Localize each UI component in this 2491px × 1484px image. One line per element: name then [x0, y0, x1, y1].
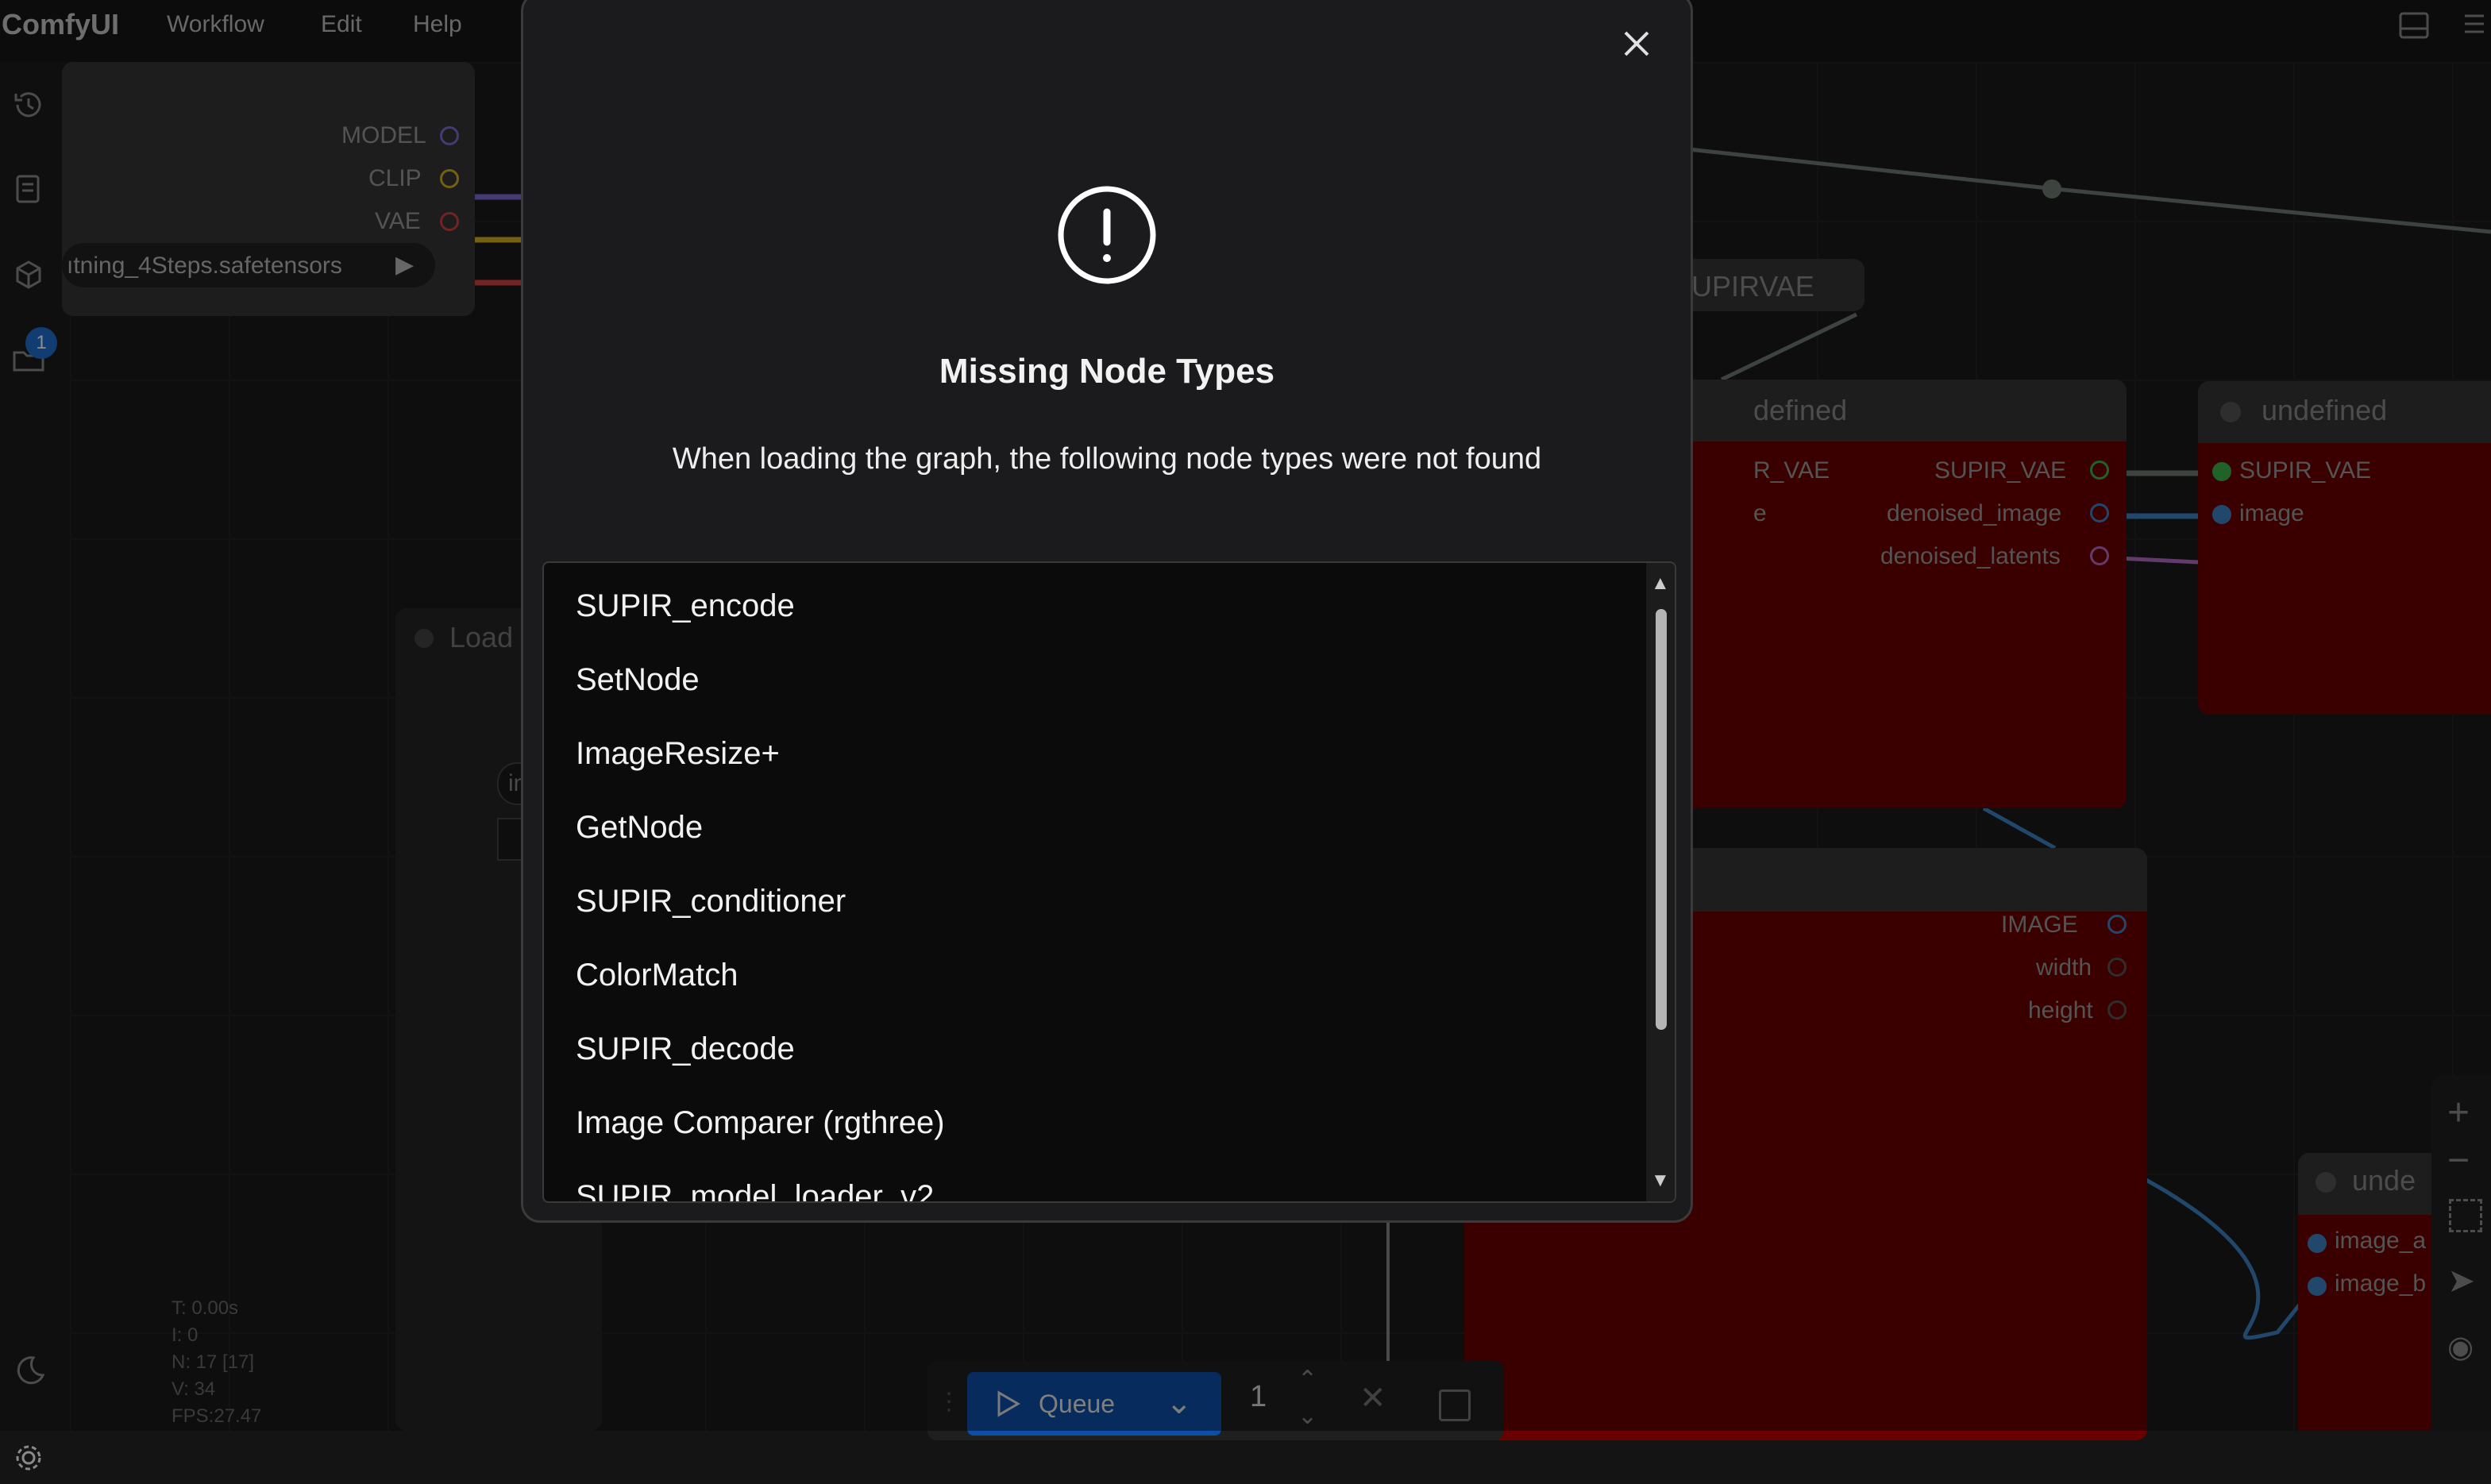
list-item: SUPIR_encode — [576, 588, 795, 623]
warning-icon — [1057, 185, 1157, 289]
list-item: ColorMatch — [576, 958, 738, 993]
missing-node-list[interactable]: SUPIR_encode SetNode ImageResize+ GetNod… — [542, 561, 1676, 1203]
close-icon[interactable] — [1611, 18, 1662, 69]
list-item: GetNode — [576, 810, 704, 845]
scrollbar-thumb[interactable] — [1656, 609, 1667, 1030]
list-item: SUPIR_conditioner — [576, 884, 846, 919]
list-item: SUPIR_decode — [576, 1031, 795, 1066]
settings-icon[interactable] — [6, 1436, 51, 1480]
list-item: SUPIR_model_loader_v2 — [576, 1179, 935, 1203]
list-item: ImageResize+ — [576, 736, 780, 771]
scroll-up-icon[interactable]: ▲ — [1651, 572, 1670, 595]
list-item: SetNode — [576, 662, 700, 697]
list-item: Image Comparer (rgthree) — [576, 1105, 945, 1140]
dialog-title: Missing Node Types — [939, 352, 1275, 391]
missing-nodes-dialog: Missing Node Types When loading the grap… — [521, 0, 1693, 1223]
scroll-down-icon[interactable]: ▼ — [1651, 1170, 1670, 1192]
dialog-subtitle: When loading the graph, the following no… — [672, 442, 1542, 476]
list-scrollbar[interactable]: ▲ ▼ — [1646, 563, 1675, 1201]
